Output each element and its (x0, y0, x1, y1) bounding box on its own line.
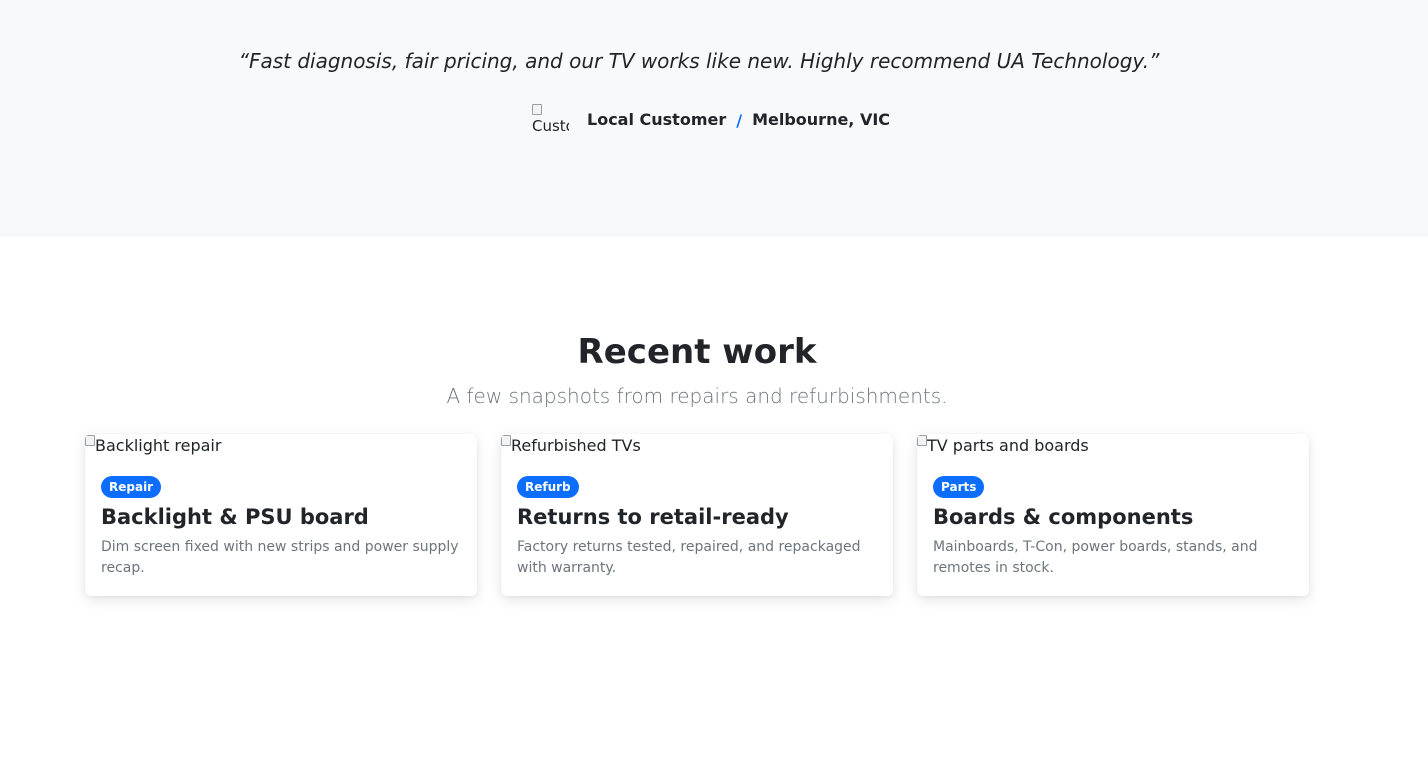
testimonial-author: Customer Local Customer / Melbourne, VIC (531, 102, 890, 138)
card-image-alt: Backlight repair (95, 436, 222, 455)
category-badge: Parts (933, 476, 985, 498)
customer-avatar: Customer (531, 103, 569, 137)
work-card[interactable]: Backlight repair Repair Backlight & PSU … (85, 434, 477, 596)
author-name: Local Customer (587, 110, 727, 129)
category-badge: Repair (101, 476, 162, 498)
card-image: Refurbished TVs (501, 434, 641, 458)
card-text: Factory returns tested, repaired, and re… (517, 539, 861, 576)
avatar-alt-text: Customer (532, 117, 569, 135)
card-title: Backlight & PSU board (101, 505, 369, 529)
card-image-alt: TV parts and boards (927, 436, 1089, 455)
broken-image-icon (501, 435, 511, 446)
testimonial-quote: “Fast diagnosis, fair pricing, and our T… (238, 49, 1160, 73)
category-badge: Refurb (517, 476, 579, 498)
work-cards: Backlight repair Repair Backlight & PSU … (85, 434, 1309, 596)
card-text: Mainboards, T-Con, power boards, stands,… (933, 539, 1258, 576)
broken-image-icon (532, 104, 542, 115)
author-separator: / (736, 110, 743, 130)
section-title: Recent work (577, 332, 817, 372)
card-title: Boards & components (933, 505, 1194, 529)
work-card[interactable]: Refurbished TVs Refurb Returns to retail… (501, 434, 893, 596)
card-image: TV parts and boards (917, 434, 1089, 458)
broken-image-icon (917, 435, 927, 446)
card-image: Backlight repair (85, 434, 221, 458)
work-card[interactable]: TV parts and boards Parts Boards & compo… (917, 434, 1309, 596)
author-location: Melbourne, VIC (752, 110, 891, 129)
card-image-alt: Refurbished TVs (511, 436, 641, 455)
testimonial-section: “Fast diagnosis, fair pricing, and our T… (0, 0, 1428, 237)
card-text: Dim screen fixed with new strips and pow… (101, 539, 459, 576)
card-title: Returns to retail-ready (517, 505, 789, 529)
broken-image-icon (85, 435, 95, 446)
section-subtitle: A few snapshots from repairs and refurbi… (446, 384, 948, 408)
